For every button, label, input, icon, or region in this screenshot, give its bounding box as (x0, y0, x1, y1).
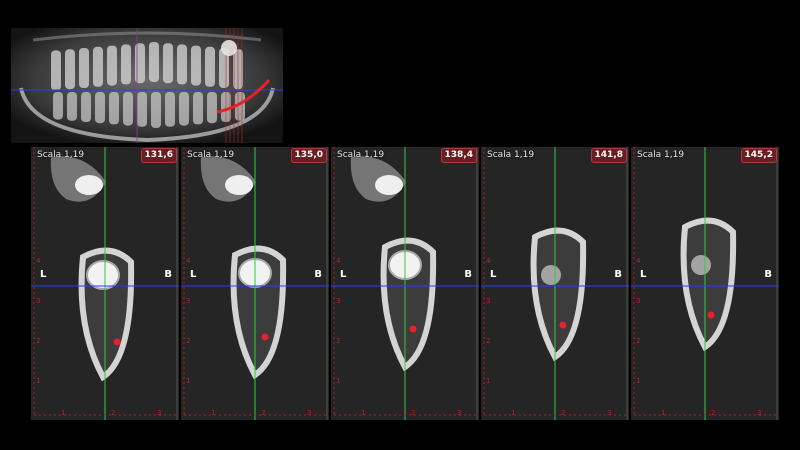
ruler-tick-label: 3 (186, 297, 191, 305)
buccal-marker: B (764, 269, 772, 280)
nerve-canal-marker (113, 338, 121, 346)
ruler-tick-label: 4 (336, 257, 341, 265)
slice-position-badge: 131,6 (140, 148, 177, 163)
lower-tooth (193, 92, 203, 125)
ruler-tick-label: 1 (486, 377, 491, 385)
panoramic-image (11, 28, 283, 143)
lower-tooth (123, 92, 133, 126)
ruler-tick-label: 3 (757, 409, 762, 417)
slice-position-badge: 145,2 (740, 148, 777, 163)
ruler-tick-label: 1 (511, 409, 516, 417)
upper-tooth (51, 50, 61, 91)
panoramic-overview[interactable] (11, 28, 283, 143)
lower-tooth (53, 92, 63, 120)
nerve-canal-marker (559, 321, 567, 329)
lower-tooth (67, 92, 77, 121)
ruler-tick-label: 2 (261, 409, 266, 417)
upper-tooth (205, 46, 215, 87)
upper-tooth (149, 42, 159, 82)
ruler-tick-label: 1 (361, 409, 366, 417)
ruler-tick-label: 2 (111, 409, 116, 417)
scale-label: Scala 1,19 (187, 150, 235, 160)
lingual-marker: L (40, 269, 47, 280)
lingual-marker: L (340, 269, 347, 280)
buccal-marker: B (164, 269, 172, 280)
ruler-tick-label: 2 (411, 409, 416, 417)
lower-tooth (207, 92, 217, 124)
root-section (541, 265, 561, 285)
ruler-tick-label: 4 (186, 257, 191, 265)
ruler-tick-label: 1 (661, 409, 666, 417)
ruler-tick-label: 1 (211, 409, 216, 417)
upper-tooth (121, 44, 131, 85)
ruler-tick-label: 3 (607, 409, 612, 417)
root-section (691, 255, 711, 275)
ruler-tick-label: 1 (36, 377, 41, 385)
ruler-tick-label: 4 (486, 257, 491, 265)
ruler-tick-label: 2 (636, 337, 641, 345)
lower-tooth (137, 92, 147, 127)
ruler-tick-label: 3 (336, 297, 341, 305)
upper-tooth (65, 49, 75, 90)
ruler-tick-label: 2 (336, 337, 341, 345)
lower-tooth (95, 92, 105, 124)
scale-label: Scala 1,19 (637, 150, 685, 160)
cross-section-strip: Scala 1,19 131,6 L B 1 2 3 4 3 2 1 Scala… (31, 147, 781, 420)
lower-tooth (81, 92, 91, 122)
lower-tooth (151, 92, 161, 128)
upper-tooth-crown (375, 175, 403, 195)
cross-section-slice[interactable]: Scala 1,19 141,8 L B 1 2 3 4 3 2 1 (481, 147, 629, 420)
nerve-canal-marker (707, 311, 715, 319)
buccal-marker: B (314, 269, 322, 280)
slice-position-badge: 141,8 (590, 148, 627, 163)
nerve-canal-marker (409, 325, 417, 333)
cross-section-slice[interactable]: Scala 1,19 145,2 L B 1 2 3 4 3 2 1 (631, 147, 779, 420)
upper-tooth (93, 46, 103, 87)
tooth-crown (86, 260, 120, 290)
upper-tooth (177, 44, 187, 85)
cross-section-slice[interactable]: Scala 1,19 131,6 L B 1 2 3 4 3 2 1 (31, 147, 179, 420)
lower-tooth (109, 92, 119, 125)
slice-position-badge: 138,4 (440, 148, 477, 163)
ruler-tick-label: 2 (561, 409, 566, 417)
lower-tooth (165, 92, 175, 127)
upper-tooth (163, 43, 173, 84)
scale-label: Scala 1,19 (37, 150, 85, 160)
ruler-tick-label: 1 (186, 377, 191, 385)
ruler-tick-label: 3 (636, 297, 641, 305)
lower-tooth (179, 92, 189, 126)
buccal-marker: B (464, 269, 472, 280)
buccal-marker: B (614, 269, 622, 280)
lingual-marker: L (640, 269, 647, 280)
upper-tooth-crown (225, 175, 253, 195)
slice-position-badge: 135,0 (290, 148, 327, 163)
ruler-tick-label: 3 (36, 297, 41, 305)
ruler-tick-label: 3 (486, 297, 491, 305)
ruler-tick-label: 1 (61, 409, 66, 417)
ruler-tick-label: 3 (307, 409, 312, 417)
nerve-canal-marker (261, 333, 269, 341)
ruler-tick-label: 1 (636, 377, 641, 385)
ruler-tick-label: 3 (457, 409, 462, 417)
cross-section-slice[interactable]: Scala 1,19 138,4 L B 1 2 3 4 3 2 1 (331, 147, 479, 420)
lingual-marker: L (190, 269, 197, 280)
scale-label: Scala 1,19 (487, 150, 535, 160)
lingual-marker: L (490, 269, 497, 280)
ruler-tick-label: 2 (186, 337, 191, 345)
upper-tooth (191, 45, 201, 86)
ruler-tick-label: 4 (636, 257, 641, 265)
upper-tooth (79, 48, 89, 88)
ruler-tick-label: 2 (486, 337, 491, 345)
ruler-tick-label: 4 (36, 257, 41, 265)
ruler-tick-label: 3 (157, 409, 162, 417)
ruler-tick-label: 1 (336, 377, 341, 385)
ruler-tick-label: 2 (711, 409, 716, 417)
upper-tooth (107, 45, 117, 86)
cross-section-slice[interactable]: Scala 1,19 135,0 L B 1 2 3 4 3 2 1 (181, 147, 329, 420)
upper-tooth-crown (75, 175, 103, 195)
ruler-tick-label: 2 (36, 337, 41, 345)
scale-label: Scala 1,19 (337, 150, 385, 160)
